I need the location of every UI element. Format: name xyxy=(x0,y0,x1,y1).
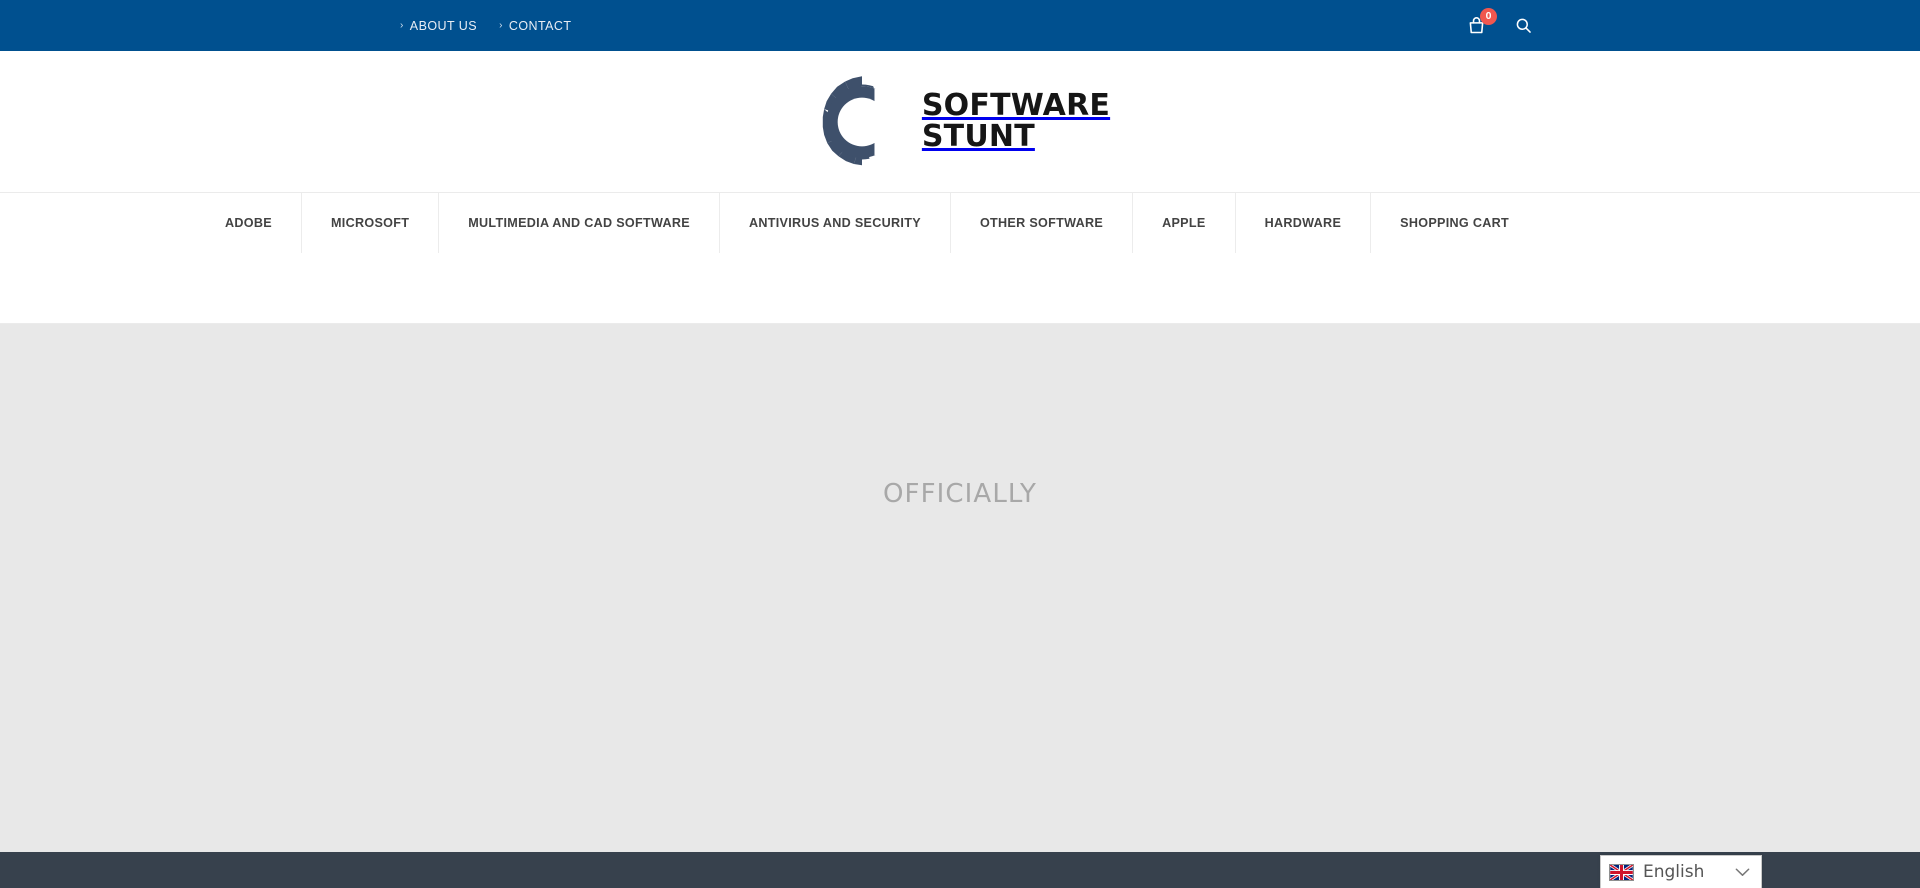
nav-item-hardware[interactable]: HARDWARE xyxy=(1236,193,1372,253)
nav-item-multimedia-and-cad-software[interactable]: MULTIMEDIA AND CAD SOFTWARE xyxy=(439,193,720,253)
main-navigation-inner: ADOBE MICROSOFT MULTIMEDIA AND CAD SOFTW… xyxy=(196,193,1724,253)
cart-button[interactable]: 0 xyxy=(1464,7,1497,38)
logo-line-1: SOFTWARE xyxy=(921,87,1111,123)
nav-item-antivirus-and-security[interactable]: ANTIVIRUS AND SECURITY xyxy=(720,193,951,253)
nav-item-microsoft[interactable]: MICROSOFT xyxy=(302,193,440,253)
site-logo[interactable]: SOFTWARE STUNT xyxy=(810,70,1110,174)
logo-line-2: STUNT xyxy=(921,118,1035,154)
top-bar-links: › ABOUT US › CONTACT xyxy=(400,19,571,33)
chevron-right-icon: › xyxy=(400,19,404,31)
top-bar-icons: 0 xyxy=(1464,7,1534,38)
nav-item-apple[interactable]: APPLE xyxy=(1133,193,1236,253)
logo-text: SOFTWARE STUNT xyxy=(921,87,1111,154)
language-selector-label: English xyxy=(1643,861,1705,882)
chevron-down-icon xyxy=(1735,867,1750,877)
top-link-about-us-label: ABOUT US xyxy=(409,18,478,33)
search-icon xyxy=(1516,18,1531,33)
hero-slider[interactable]: OFFICIALLY xyxy=(0,324,1920,852)
gear-icon xyxy=(822,72,914,171)
hero-caption: OFFICIALLY xyxy=(882,479,1038,509)
uk-flag-icon xyxy=(1609,863,1634,881)
cart-count-badge: 0 xyxy=(1480,7,1497,25)
top-link-contact[interactable]: › CONTACT xyxy=(499,19,571,33)
main-navigation: ADOBE MICROSOFT MULTIMEDIA AND CAD SOFTW… xyxy=(0,192,1920,324)
language-selector[interactable]: English xyxy=(1600,855,1762,888)
search-button[interactable] xyxy=(1512,15,1534,37)
nav-item-adobe[interactable]: ADOBE xyxy=(196,193,302,253)
nav-item-shopping-cart[interactable]: SHOPPING CART xyxy=(1371,193,1538,253)
top-link-contact-label: CONTACT xyxy=(508,18,572,33)
nav-item-other-software[interactable]: OTHER SOFTWARE xyxy=(951,193,1134,253)
logo-area: SOFTWARE STUNT xyxy=(0,51,1920,192)
top-bar: › ABOUT US › CONTACT 0 xyxy=(0,0,1920,51)
top-link-about-us[interactable]: › ABOUT US xyxy=(400,19,477,33)
chevron-right-icon: › xyxy=(499,19,503,31)
